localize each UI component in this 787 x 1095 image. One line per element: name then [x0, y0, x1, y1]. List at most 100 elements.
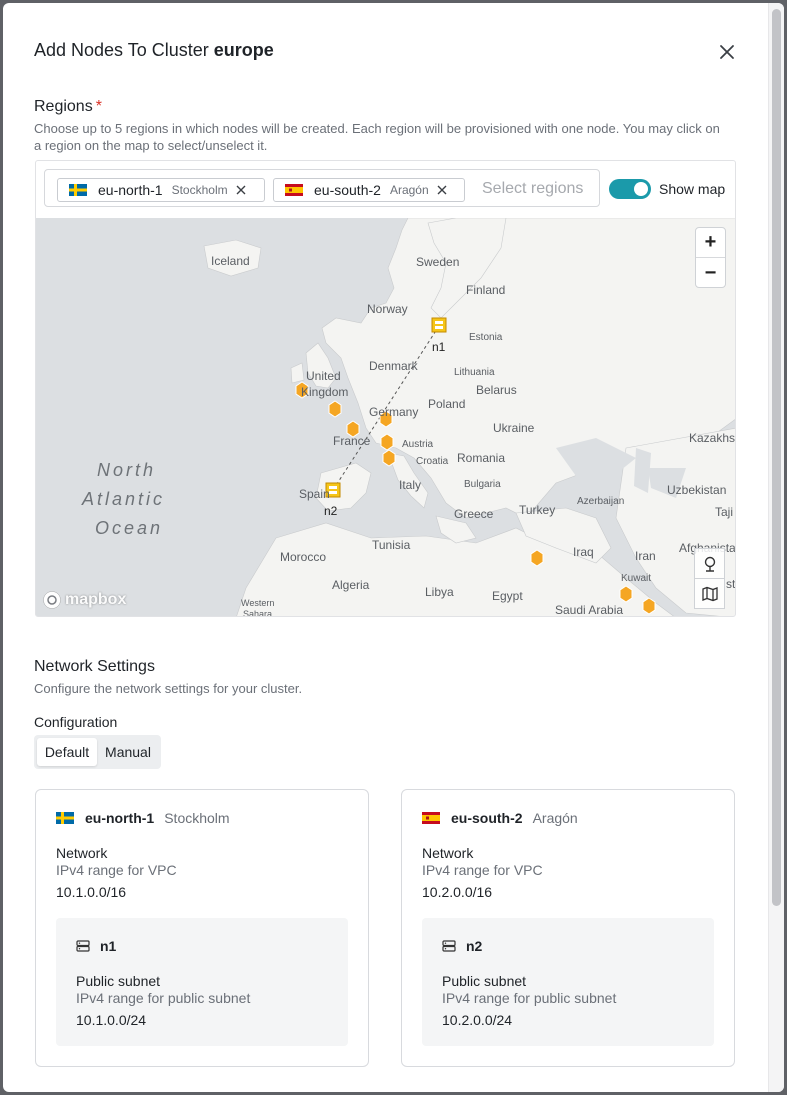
network-settings-title: Network Settings [34, 658, 155, 675]
network-sublabel: IPv4 range for VPC [422, 862, 543, 878]
cluster-name: europe [213, 40, 274, 60]
regions-title: Regions * [34, 98, 102, 116]
node-name: n2 [466, 938, 483, 954]
add-nodes-dialog: Add Nodes To Cluster europe Regions * Cho… [3, 3, 784, 1092]
card-region-code: eu-south-2 [451, 810, 523, 826]
map-label: Uzbekistan [667, 483, 726, 497]
subnet-cidr-value[interactable]: 10.2.0.0/24 [442, 1012, 512, 1028]
node-header: n1 [76, 938, 116, 954]
configuration-label: Configuration [34, 714, 118, 730]
node-panel: n2 Public subnet IPv4 range for public s… [422, 918, 714, 1046]
map-label: Turkey [519, 503, 555, 517]
close-icon[interactable] [716, 41, 738, 63]
region-map[interactable]: Iceland Sweden Finland Norway Estonia De… [36, 218, 736, 617]
map-label: North [97, 460, 156, 480]
map-label: Iraq [573, 545, 594, 559]
show-map-toggle[interactable] [609, 179, 651, 199]
map-label: Sahara [243, 609, 272, 617]
map-label: Croatia [416, 456, 449, 467]
map-label: Algeria [332, 578, 370, 592]
scrollbar-thumb[interactable] [772, 9, 781, 906]
map-label: Azerbaijan [577, 496, 624, 507]
map-label: Morocco [280, 550, 326, 564]
map-label: Tunisia [372, 538, 411, 552]
node-label-n1: n1 [432, 340, 446, 354]
mapbox-logo: mapbox [42, 590, 126, 610]
map-label: Belarus [476, 383, 517, 397]
mapbox-mark-icon [43, 591, 61, 609]
mapbox-attribution: mapbox [65, 591, 127, 608]
remove-chip-icon[interactable] [236, 185, 246, 195]
map-label: Iceland [211, 254, 250, 268]
dialog-title: Add Nodes To Cluster europe [34, 40, 274, 61]
region-selector[interactable]: eu-north-1 Stockholm eu-south-2 Aragón S [44, 169, 600, 207]
network-sublabel: IPv4 range for VPC [56, 862, 177, 878]
chip-city: Stockholm [171, 183, 228, 197]
region-map-panel: eu-north-1 Stockholm eu-south-2 Aragón S [35, 160, 736, 617]
map-label: Kingdom [301, 385, 348, 399]
node-header: n2 [442, 938, 482, 954]
chip-code: eu-north-1 [98, 182, 163, 198]
map-canvas[interactable]: Iceland Sweden Finland Norway Estonia De… [36, 218, 736, 617]
node-panel: n1 Public subnet IPv4 range for public s… [56, 918, 348, 1046]
card-region-city: Aragón [532, 810, 578, 826]
map-label: Iran [635, 549, 656, 563]
sweden-flag-icon [56, 812, 74, 824]
remove-chip-icon[interactable] [437, 185, 447, 195]
regions-description: Choose up to 5 regions in which nodes wi… [34, 121, 720, 153]
map-label: Sweden [416, 255, 459, 269]
spain-flag-icon [422, 812, 440, 824]
chip-code: eu-south-2 [314, 182, 381, 198]
server-icon [442, 940, 456, 952]
subnet-label: Public subnet [76, 973, 161, 989]
globe-projection-button[interactable] [694, 548, 725, 579]
map-label: Germany [369, 405, 418, 419]
region-network-card-eu-south-2: eu-south-2 Aragón Network IPv4 range for… [401, 789, 735, 1067]
regions-title-text: Regions [34, 98, 93, 115]
map-label: Ocean [95, 518, 163, 538]
card-region-city: Stockholm [164, 810, 230, 826]
map-label: Ukraine [493, 421, 535, 435]
scrollbar[interactable] [768, 3, 784, 1092]
map-label: Poland [428, 397, 465, 411]
node-label-n2: n2 [324, 504, 338, 518]
zoom-controls: + − [695, 227, 726, 288]
map-label: Kuwait [621, 573, 651, 584]
map-label: Saudi Arabia [555, 603, 623, 617]
map-label: Greece [454, 507, 494, 521]
zoom-in-button[interactable]: + [696, 228, 725, 258]
chip-city: Aragón [389, 183, 429, 197]
vpc-cidr-value[interactable]: 10.1.0.0/16 [56, 884, 126, 900]
globe-icon [704, 556, 715, 572]
zoom-out-button[interactable]: − [696, 258, 725, 288]
map-label: Egypt [492, 589, 523, 603]
region-network-card-eu-north-1: eu-north-1 Stockholm Network IPv4 range … [35, 789, 369, 1067]
node-name: n1 [100, 938, 117, 954]
map-label: Romania [457, 451, 505, 465]
subnet-cidr-value[interactable]: 10.1.0.0/24 [76, 1012, 146, 1028]
vpc-cidr-value[interactable]: 10.2.0.0/16 [422, 884, 492, 900]
toggle-knob [634, 182, 648, 196]
spain-flag-icon [285, 184, 303, 196]
server-icon [76, 940, 90, 952]
node-marker-n1[interactable] [431, 317, 447, 333]
map-label: Spain [299, 487, 330, 501]
map-label: Finland [466, 283, 505, 297]
show-map-label: Show map [659, 181, 726, 197]
map-icon [701, 586, 718, 601]
configuration-toggle: Default Manual [34, 735, 161, 769]
map-style-button[interactable] [694, 578, 725, 609]
region-chip-eu-south-2: eu-south-2 Aragón [273, 178, 465, 202]
subnet-sublabel: IPv4 range for public subnet [442, 990, 617, 1006]
config-option-manual[interactable]: Manual [99, 738, 157, 766]
map-label: Denmark [369, 359, 419, 373]
region-select-placeholder[interactable]: Select regions [482, 180, 583, 198]
map-label: Atlantic [81, 489, 165, 509]
map-label: Estonia [469, 332, 503, 343]
region-chip-eu-north-1: eu-north-1 Stockholm [57, 178, 265, 202]
map-label: Western [241, 598, 274, 608]
map-label: Bulgaria [464, 479, 501, 490]
sweden-flag-icon [69, 184, 87, 196]
map-label: Lithuania [454, 367, 495, 378]
config-option-default[interactable]: Default [37, 738, 97, 766]
